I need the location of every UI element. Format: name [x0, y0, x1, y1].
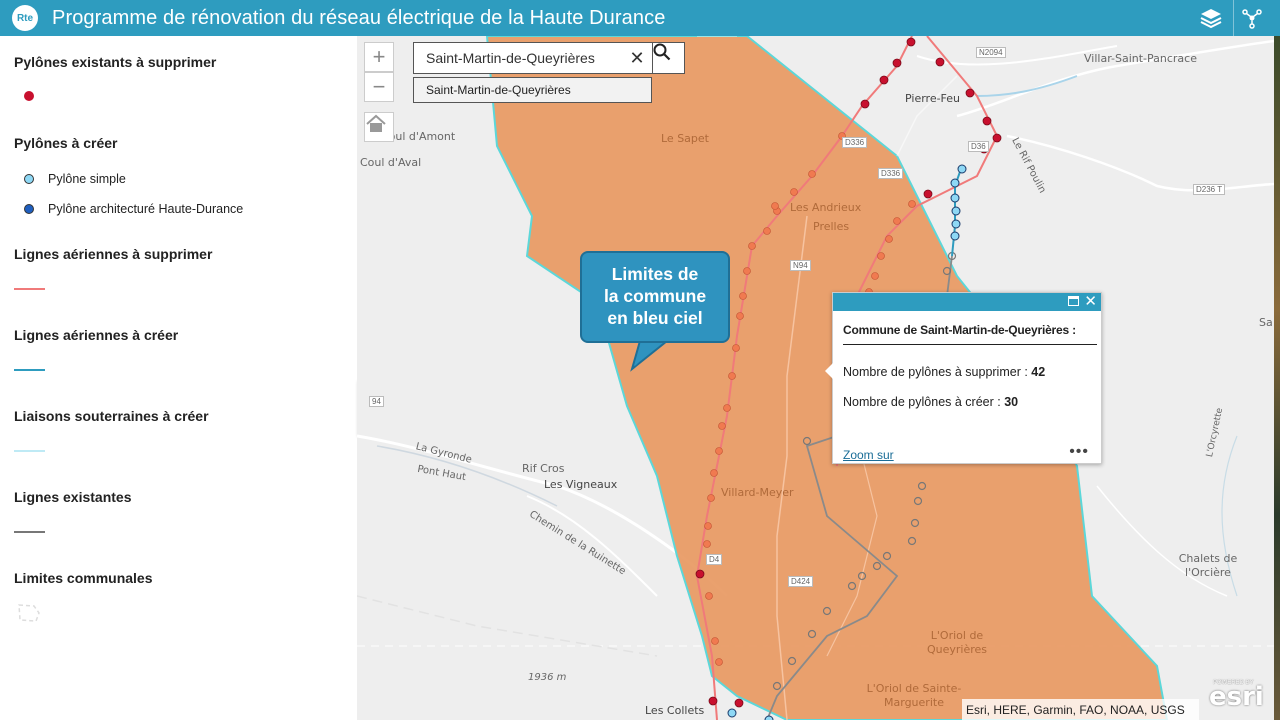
layers-button[interactable] [1193, 0, 1229, 36]
red-dot-symbol [24, 91, 34, 101]
plus-icon: + [372, 44, 386, 69]
legend-title-pylones-creer: Pylônes à créer [14, 135, 118, 151]
place-villar-saint-pancrace: Villar-Saint-Pancrace [1084, 52, 1197, 65]
legend-line-liaisons-souterraines [14, 450, 45, 452]
minus-icon: − [372, 74, 386, 99]
close-icon[interactable]: ✕ [1084, 292, 1097, 310]
popup-row-creer: Nombre de pylônes à créer : 30 [843, 395, 1018, 409]
callout-line: Limites de [611, 264, 699, 284]
annotation-callout: Limites de la commune en bleu ciel [580, 251, 730, 343]
place-le-sapet: Le Sapet [661, 132, 709, 145]
place-prelles: Prelles [813, 220, 850, 233]
place-les-collets: Les Collets [645, 704, 705, 717]
zoom-out-button[interactable]: − [364, 72, 394, 102]
place-sa: Sa [1259, 316, 1273, 329]
road-label: D424 [788, 576, 814, 587]
legend-label-pylone-simple: Pylône simple [48, 172, 126, 186]
place-villard-meyer: Villard-Meyer [721, 486, 794, 499]
place-pierre-feu: Pierre-Feu [905, 92, 961, 105]
road-label: N94 [790, 260, 811, 271]
road-label: 94 [369, 396, 384, 407]
legend-symbol-limites-communales [18, 604, 40, 622]
legend-item-pylone-simple: Pylône simple [24, 172, 126, 186]
app-header: Rte Programme de rénovation du réseau él… [0, 0, 1280, 36]
clear-search-icon[interactable]: ✕ [624, 48, 650, 69]
place-les-vigneaux: Les Vigneaux [544, 478, 618, 491]
place-loriol-sainte-marguerite: L'Oriol de Sainte-Marguerite [866, 682, 962, 709]
legend-title-lignes-supprimer: Lignes aériennes à supprimer [14, 246, 213, 262]
legend-title-liaisons-souterraines: Liaisons souterraines à créer [14, 408, 209, 424]
place-altitude: 1936 m [528, 672, 567, 683]
esri-logo: esri [1209, 682, 1264, 712]
legend-title-lignes-existantes: Lignes existantes [14, 489, 132, 505]
popup-value-supprimer: 42 [1031, 365, 1046, 379]
search-input[interactable] [414, 44, 624, 72]
legend-item-pylone-supprimer [24, 91, 34, 101]
layers-icon [1200, 9, 1222, 29]
map-view[interactable]: Villar-Saint-Pancrace Pierre-Feu Le Rif … [357, 36, 1274, 720]
search-widget: ✕ [413, 42, 653, 74]
share-button[interactable] [1233, 0, 1269, 36]
dark-blue-dot-symbol [24, 204, 34, 214]
popup-titlebar: ✕ [833, 293, 1101, 311]
home-icon [366, 114, 386, 132]
popup-title: Commune de Saint-Martin-de-Queyrières : [843, 323, 1097, 345]
zoom-in-button[interactable]: + [364, 42, 394, 72]
road-label: D336 [842, 137, 868, 148]
place-loriol-queyrieres: L'Oriol de Queyrières [926, 629, 988, 656]
share-icon [1241, 9, 1262, 29]
more-options-icon[interactable]: ••• [1069, 443, 1089, 461]
legend-title-lignes-creer: Lignes aériennes à créer [14, 327, 179, 343]
light-blue-dot-symbol [24, 174, 34, 184]
zoom-to-link[interactable]: Zoom sur [843, 448, 894, 462]
road-label: N2094 [976, 47, 1006, 58]
legend-line-lignes-supprimer [14, 288, 45, 290]
place-coul-daval: Coul d'Aval [360, 156, 422, 169]
road-label: D36 [968, 141, 989, 152]
home-button[interactable] [364, 112, 394, 142]
legend-panel: Pylônes existants à supprimer Pylônes à … [0, 36, 357, 720]
map-attribution: Esri, HERE, Garmin, FAO, NOAA, USGS [962, 699, 1199, 720]
place-les-andrieux: Les Andrieux [790, 201, 862, 214]
app-title: Programme de rénovation du réseau électr… [52, 6, 666, 29]
right-edge-strip [1274, 36, 1280, 720]
legend-line-lignes-existantes [14, 531, 45, 533]
rte-logo: Rte [12, 5, 38, 31]
legend-title-pylones-supprimer: Pylônes existants à supprimer [14, 54, 217, 70]
legend-line-lignes-creer [14, 369, 45, 371]
search-button[interactable] [653, 42, 685, 74]
popup-label-creer: Nombre de pylônes à créer : [843, 395, 1001, 409]
road-label: D236 T [1193, 184, 1226, 195]
popup-row-supprimer: Nombre de pylônes à supprimer : 42 [843, 365, 1045, 379]
place-chalets-orciere: Chalets de l'Orcière [1178, 552, 1238, 579]
search-icon [653, 43, 671, 61]
search-suggestion[interactable]: Saint-Martin-de-Queyrières [413, 77, 652, 103]
popup-value-creer: 30 [1004, 395, 1019, 409]
place-rif-cros: Rif Cros [522, 462, 565, 475]
map-canvas [357, 36, 1274, 720]
road-label: D336 [878, 168, 904, 179]
legend-label-pylone-architecture: Pylône architecturé Haute-Durance [48, 202, 244, 216]
maximize-icon[interactable] [1068, 296, 1079, 306]
legend-title-limites-communales: Limites communales [14, 570, 153, 586]
callout-line: en bleu ciel [607, 308, 703, 328]
callout-line: la commune [603, 286, 707, 306]
feature-popup: ✕ Commune de Saint-Martin-de-Queyrières … [825, 292, 1102, 464]
road-label: D4 [706, 554, 723, 565]
popup-pointer [825, 363, 833, 379]
popup-label-supprimer: Nombre de pylônes à supprimer : [843, 365, 1028, 379]
legend-item-pylone-architecture: Pylône architecturé Haute-Durance [24, 202, 243, 216]
